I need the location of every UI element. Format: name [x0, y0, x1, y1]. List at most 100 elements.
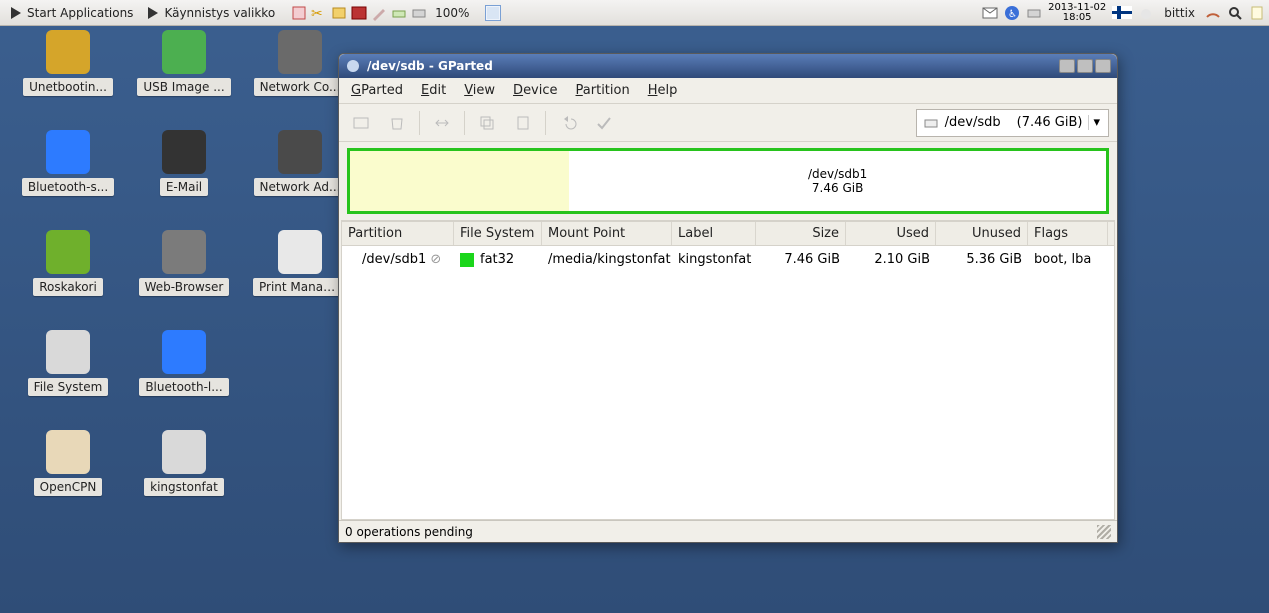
- undo-button[interactable]: [554, 109, 582, 137]
- files-icon[interactable]: [331, 5, 347, 21]
- desktop-icon-label: Unetbootin...: [23, 78, 113, 96]
- desktop-icon[interactable]: Unetbootin...: [18, 30, 118, 130]
- flag-finland-icon[interactable]: [1112, 6, 1132, 19]
- desktop-icon-label: kingstonfat: [144, 478, 224, 496]
- accessibility-icon[interactable]: ♿: [1004, 5, 1020, 21]
- desktop-icon[interactable]: Print Manager: [250, 230, 350, 330]
- desktop-icon[interactable]: Network Co...: [250, 30, 350, 130]
- status-text: 0 operations pending: [345, 525, 473, 539]
- cell-flags: boot, lba: [1028, 250, 1108, 269]
- app-glyph-icon: [162, 330, 206, 374]
- column-header[interactable]: Flags: [1028, 222, 1108, 245]
- desktop-icon-label: Network Ad...: [254, 178, 347, 196]
- menu-partition[interactable]: Partition: [576, 83, 630, 98]
- resize-move-button[interactable]: [428, 109, 456, 137]
- app-glyph-icon: [46, 430, 90, 474]
- menu-device[interactable]: Device: [513, 83, 557, 98]
- app-glyph-icon: [46, 130, 90, 174]
- desktop-icon[interactable]: USB Image ...: [134, 30, 234, 130]
- top-panel: Start Applications Käynnistys valikko ✂ …: [0, 0, 1269, 26]
- copy-button[interactable]: [473, 109, 501, 137]
- new-partition-button[interactable]: [347, 109, 375, 137]
- desktop-icon-label: Network Co...: [254, 78, 347, 96]
- app-glyph-icon: [278, 30, 322, 74]
- column-header[interactable]: Mount Point: [542, 222, 672, 245]
- desktop-icon[interactable]: OpenCPN: [18, 430, 118, 530]
- desktop-icon[interactable]: Web-Browser: [134, 230, 234, 330]
- app-icon: [345, 58, 361, 74]
- clock[interactable]: 2013-11-02 18:05: [1048, 3, 1106, 23]
- time-text: 18:05: [1063, 13, 1092, 23]
- battery-indicator[interactable]: 100%: [431, 4, 473, 22]
- user-label[interactable]: bittix: [1160, 4, 1199, 22]
- disk-usage-icon[interactable]: [1026, 5, 1042, 21]
- table-header: PartitionFile SystemMount PointLabelSize…: [342, 221, 1114, 246]
- partition-used-region: [350, 151, 569, 211]
- delete-button[interactable]: [383, 109, 411, 137]
- desktop-icon-label: Bluetooth-s...: [22, 178, 114, 196]
- column-header[interactable]: Partition: [342, 222, 454, 245]
- logout-icon[interactable]: [291, 5, 307, 21]
- column-header[interactable]: Size: [756, 222, 846, 245]
- svg-text:✂: ✂: [311, 6, 323, 21]
- cell-size: 7.46 GiB: [756, 250, 846, 269]
- device-size: (7.46 GiB): [1017, 115, 1083, 130]
- start-menu-fi[interactable]: Käynnistys valikko: [141, 3, 279, 23]
- partition-table: PartitionFile SystemMount PointLabelSize…: [341, 220, 1115, 520]
- minimize-button[interactable]: [1059, 59, 1075, 73]
- toolbar: /dev/sdb (7.46 GiB) ▾: [339, 104, 1117, 142]
- date-text: 2013-11-02: [1048, 3, 1106, 13]
- column-header[interactable]: Used: [846, 222, 936, 245]
- desktop-icon[interactable]: E-Mail: [134, 130, 234, 230]
- column-header[interactable]: Label: [672, 222, 756, 245]
- desktop-icon-label: OpenCPN: [34, 478, 103, 496]
- paste-button[interactable]: [509, 109, 537, 137]
- desktop-icon[interactable]: Bluetooth-s...: [18, 130, 118, 230]
- start-applications[interactable]: Start Applications: [4, 3, 137, 23]
- partition-graph[interactable]: /dev/sdb1 7.46 GiB: [347, 148, 1109, 214]
- notes-icon[interactable]: [1249, 5, 1265, 21]
- desktop-icon[interactable]: Bluetooth-l...: [134, 330, 234, 430]
- network-wireless-icon[interactable]: [1205, 5, 1221, 21]
- terminal-icon[interactable]: [351, 5, 367, 21]
- menu-help[interactable]: Help: [648, 83, 678, 98]
- desktop-icon-label: USB Image ...: [137, 78, 230, 96]
- cell-partition: /dev/sdb1 ⊘: [342, 250, 454, 269]
- device-selector[interactable]: /dev/sdb (7.46 GiB) ▾: [916, 109, 1109, 137]
- search-icon[interactable]: [1227, 5, 1243, 21]
- svg-text:♿: ♿: [1008, 9, 1017, 20]
- menu-gparted[interactable]: GParted: [351, 83, 403, 98]
- menu-view[interactable]: View: [464, 83, 495, 98]
- menu-edit[interactable]: Edit: [421, 83, 446, 98]
- window-titlebar[interactable]: /dev/sdb - GParted: [339, 54, 1117, 78]
- disk-icon[interactable]: [411, 5, 427, 21]
- mail-icon[interactable]: [982, 5, 998, 21]
- app-glyph-icon: [162, 130, 206, 174]
- table-row[interactable]: /dev/sdb1 ⊘ fat32 /media/kingstonfat kin…: [342, 246, 1114, 273]
- app-glyph-icon: [46, 30, 90, 74]
- apply-button[interactable]: [590, 109, 618, 137]
- removable-icon[interactable]: [391, 5, 407, 21]
- resize-grip[interactable]: [1097, 525, 1111, 539]
- pen-icon[interactable]: [371, 5, 387, 21]
- weather-icon[interactable]: [1138, 5, 1154, 21]
- app-glyph-icon: [162, 30, 206, 74]
- app-glyph-icon: [162, 430, 206, 474]
- menubar: GParted Edit View Device Partition Help: [339, 78, 1117, 104]
- scissors-icon[interactable]: ✂: [311, 5, 327, 21]
- cell-unused: 5.36 GiB: [936, 250, 1028, 269]
- gparted-window: /dev/sdb - GParted GParted Edit View Device…: [338, 53, 1118, 543]
- column-header[interactable]: Unused: [936, 222, 1028, 245]
- desktop-icon[interactable]: Roskakori: [18, 230, 118, 330]
- close-button[interactable]: [1095, 59, 1111, 73]
- app-glyph-icon: [46, 230, 90, 274]
- graph-partition-size: 7.46 GiB: [812, 181, 863, 195]
- desktop-icon[interactable]: kingstonfat: [134, 430, 234, 530]
- chevron-down-icon[interactable]: ▾: [1088, 115, 1104, 130]
- column-header[interactable]: File System: [454, 222, 542, 245]
- taskbar-app-icon[interactable]: [485, 5, 501, 21]
- desktop-icon[interactable]: Network Ad...: [250, 130, 350, 230]
- desktop-icon[interactable]: File System: [18, 330, 118, 430]
- maximize-button[interactable]: [1077, 59, 1093, 73]
- desktop-icon-label: Print Manager: [253, 278, 347, 296]
